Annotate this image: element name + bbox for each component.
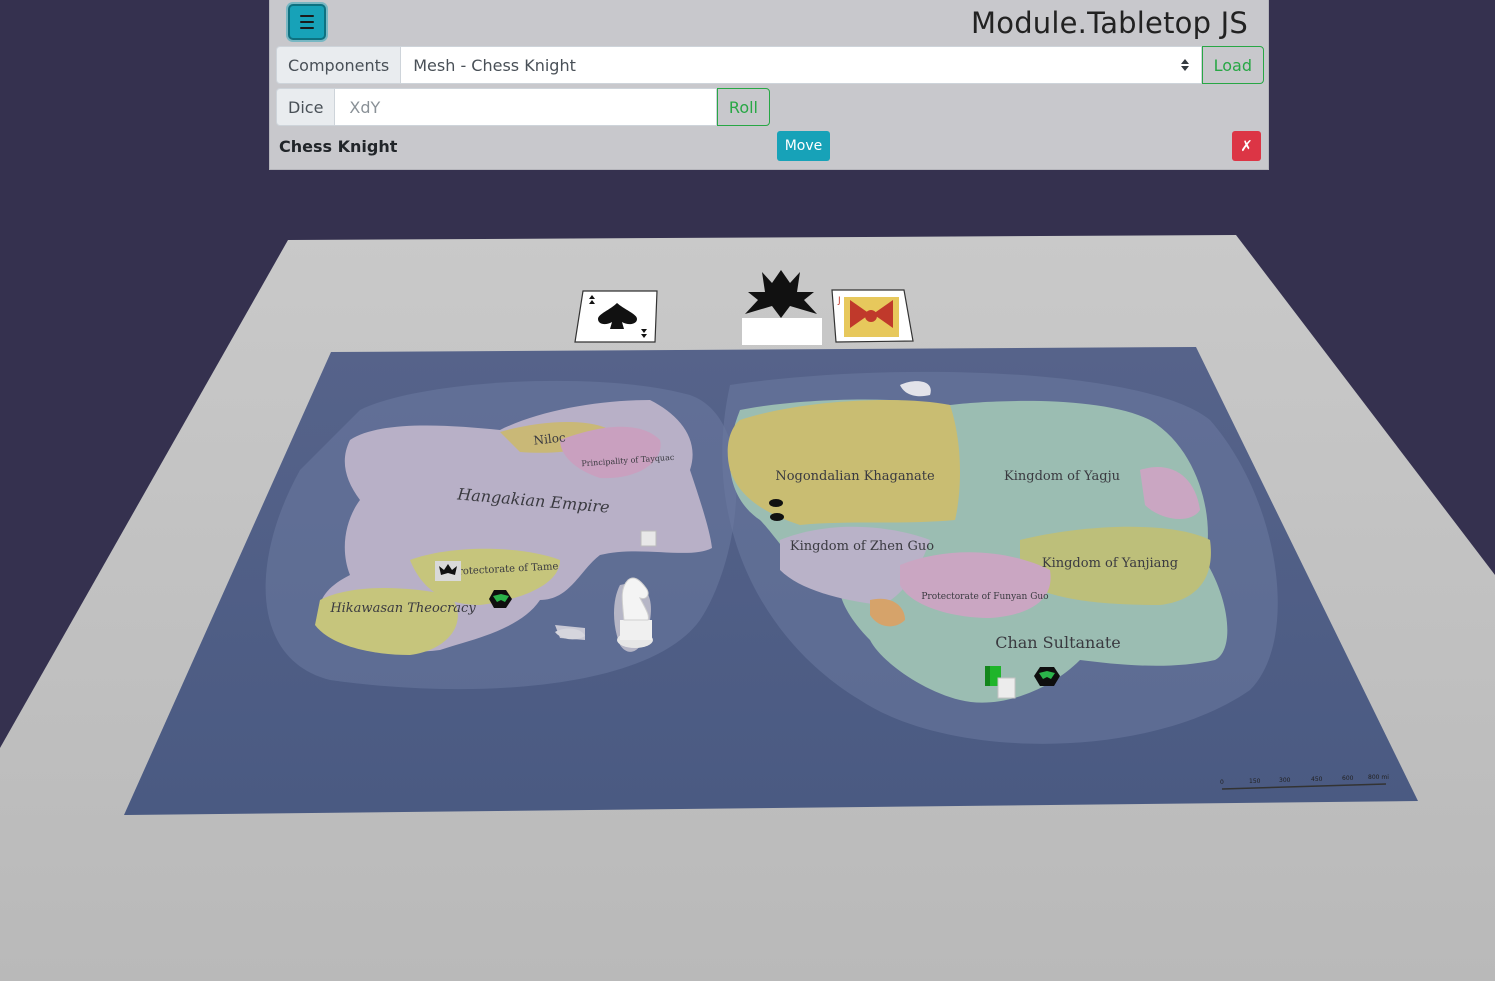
scale-label: 800 mi xyxy=(1368,774,1389,781)
scale-label: 150 xyxy=(1249,778,1261,785)
region-label: Protectorate of Funyan Guo xyxy=(921,592,1048,602)
control-panel: Module.Tabletop JS Components Mesh - Che… xyxy=(269,0,1269,170)
jack-of-hearts-card[interactable]: J xyxy=(831,289,914,343)
selected-component-name: Chess Knight xyxy=(279,137,398,156)
region-label: Chan Sultanate xyxy=(995,633,1121,652)
component-select-value: Mesh - Chess Knight xyxy=(413,55,576,75)
app-title: Module.Tabletop JS xyxy=(971,6,1248,40)
region-label: Kingdom of Zhen Guo xyxy=(790,539,934,554)
region-label: Hikawasan Theocracy xyxy=(329,601,476,616)
scale-label: 0 xyxy=(1220,779,1224,786)
hamburger-menu-icon xyxy=(300,13,314,31)
ace-of-spades-card[interactable] xyxy=(574,290,658,343)
region-label: Nogondalian Khaganate xyxy=(775,469,935,484)
roll-button[interactable]: Roll xyxy=(716,88,770,126)
remove-button[interactable]: ✗ xyxy=(1232,131,1261,161)
scale-label: 600 xyxy=(1342,775,1354,782)
load-button[interactable]: Load xyxy=(1201,46,1264,84)
scale-label: 300 xyxy=(1279,777,1291,784)
menu-button[interactable] xyxy=(288,4,326,40)
select-arrows-icon xyxy=(1180,59,1189,71)
region-label: Kingdom of Yanjiang xyxy=(1042,556,1178,571)
emblem-card-token[interactable] xyxy=(435,561,461,581)
map-board[interactable]: Niloc Principality of Tayquac Hangakian … xyxy=(124,347,1418,815)
components-label: Components xyxy=(276,46,402,84)
white-die-east[interactable] xyxy=(997,677,1016,699)
scale-label: 450 xyxy=(1311,776,1323,783)
dice-field[interactable] xyxy=(335,88,717,126)
components-row: Components Mesh - Chess Knight Load xyxy=(276,46,1264,84)
heart-icon xyxy=(865,310,877,322)
white-die[interactable] xyxy=(640,530,657,547)
dice-row: Dice Roll xyxy=(276,88,770,126)
dice-input[interactable] xyxy=(347,96,704,118)
svg-text:J: J xyxy=(837,296,841,306)
component-select[interactable]: Mesh - Chess Knight xyxy=(401,46,1202,84)
move-button[interactable]: Move xyxy=(777,131,830,161)
region-label: Kingdom of Yagju xyxy=(1004,469,1120,484)
dice-label: Dice xyxy=(276,88,336,126)
